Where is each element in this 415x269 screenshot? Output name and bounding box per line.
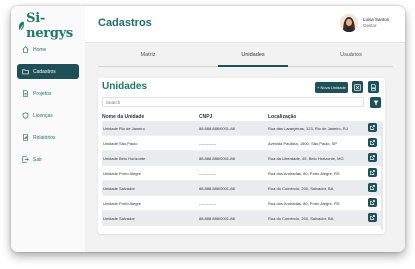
external-link-icon [370, 215, 375, 220]
sidebar-item-relatorios[interactable]: Relatórios [17, 130, 79, 145]
column-header-cnpj[interactable]: CNPJ [199, 114, 212, 120]
avatar[interactable] [339, 14, 358, 32]
cell-localizacao: Avenida Paulista, 1500, São Paulo, SP [268, 141, 338, 146]
open-unit-button[interactable] [368, 168, 377, 177]
table-row[interactable]: Unidade Rio de Janeiro 88.888.888/0001-8… [102, 121, 381, 136]
page-title: Cadastros [98, 17, 152, 29]
cell-localizacao: Rua dos Andradas, 80, Porto Alegre, RS [268, 201, 340, 206]
sidebar-item-label: Sair [33, 156, 42, 163]
cell-cnpj: 88.888.888/0001-88 [199, 126, 235, 131]
sidebar-item-label: Relatórios [33, 134, 56, 141]
cell-localizacao: Rua do Comércio, 200, Salvador, BA [268, 216, 334, 221]
cell-localizacao: Rua dos Andradas, 80, Porto Alegre, RS [268, 171, 340, 176]
table-row[interactable]: Unidade Porto Alegre ------------- Rua d… [102, 196, 381, 211]
filter-icon [373, 100, 378, 105]
open-unit-button[interactable] [368, 138, 377, 147]
table-row[interactable]: Unidade Salvador 88.888.888/0001-88 Rua … [102, 211, 381, 226]
external-link-icon [370, 170, 375, 175]
column-header-nome[interactable]: Nome da Unidade [102, 114, 144, 120]
card-title: Unidades [102, 81, 148, 92]
table-row[interactable]: Unidade Porto Alegre ------------- Rua d… [102, 166, 381, 181]
table-row[interactable]: Unidade São Paulo ------------- Avenida … [102, 136, 381, 151]
sidebar: Si-nergys Home Cadastros Projetos Licenç… [11, 6, 86, 252]
document-icon [23, 90, 28, 97]
export-excel-button[interactable] [352, 81, 363, 93]
sidebar-nav: Home Cadastros Projetos Licenças Relatór… [17, 42, 79, 174]
cell-localizacao: Rua da Liberdade, 45, Belo Horizonte, MG [268, 156, 344, 161]
external-link-icon [370, 200, 375, 205]
avatar-image [339, 14, 358, 32]
filter-button[interactable] [370, 97, 381, 108]
table-scrollbar[interactable] [381, 122, 383, 230]
table-body: Unidade Rio de Janeiro 88.888.888/0001-8… [102, 121, 381, 226]
external-link-icon [370, 155, 375, 160]
user-menu[interactable]: Luisa Santos Gestor [339, 14, 389, 32]
sidebar-item-licencas[interactable]: Licenças [17, 108, 79, 123]
sidebar-item-label: Cadastros [33, 68, 56, 75]
search-input[interactable] [102, 97, 364, 107]
tab-unidades[interactable]: Unidades [218, 52, 288, 67]
report-icon [23, 134, 28, 141]
cell-nome: Unidade Porto Alegre [103, 171, 142, 176]
unidades-card: Unidades + Nova Unidade Search Nome da U… [98, 78, 385, 234]
cell-cnpj: ------------- [199, 201, 217, 206]
tab-matriz[interactable]: Matriz [113, 52, 183, 65]
external-link-icon [370, 125, 375, 130]
column-header-localizacao[interactable]: Localização [268, 114, 296, 120]
sidebar-item-home[interactable]: Home [17, 42, 79, 57]
tab-bar: Matriz Unidades Usuários [98, 50, 393, 67]
new-unit-button[interactable]: + Nova Unidade [315, 82, 348, 93]
cell-nome: Unidade Belo Horizonte [103, 156, 146, 161]
cell-nome: Unidade Porto Alegre [103, 201, 142, 206]
brand-logo[interactable]: Si-nergys [18, 11, 85, 41]
cell-cnpj: ------------- [199, 141, 217, 146]
export-pdf-button[interactable] [368, 81, 379, 93]
sidebar-item-projetos[interactable]: Projetos [17, 86, 79, 101]
sidebar-item-label: Licenças [33, 112, 53, 119]
shield-icon [22, 112, 29, 119]
table-row[interactable]: Unidade Salvador 88.888.888/0001-88 Rua … [102, 181, 381, 196]
top-bar: Cadastros Luisa Santos Gestor [85, 6, 405, 43]
app-window: Si-nergys Home Cadastros Projetos Licenç… [11, 6, 405, 252]
cell-localizacao: Rua das Laranjeiras, 123, Rio de Janeiro… [268, 126, 348, 131]
tab-usuarios[interactable]: Usuários [316, 52, 386, 65]
home-icon [22, 46, 29, 53]
spreadsheet-icon [354, 83, 361, 91]
table-header: Nome da Unidade CNPJ Localização [102, 111, 381, 121]
external-link-icon [370, 185, 375, 190]
open-unit-button[interactable] [368, 123, 377, 132]
sidebar-item-cadastros[interactable]: Cadastros [17, 64, 79, 79]
open-unit-button[interactable] [368, 183, 377, 192]
cell-nome: Unidade Salvador [103, 186, 135, 191]
cell-cnpj: ------------- [199, 171, 217, 176]
folder-icon [22, 69, 29, 75]
open-unit-button[interactable] [368, 213, 377, 222]
cell-localizacao: Rua do Comércio, 200, Salvador, BA [268, 186, 334, 191]
cell-cnpj: 88.888.888/0001-88 [199, 216, 235, 221]
open-unit-button[interactable] [368, 198, 377, 207]
open-unit-button[interactable] [368, 153, 377, 162]
cell-cnpj: 88.888.888/0001-88 [199, 186, 235, 191]
leaf-icon [18, 21, 25, 31]
table-row[interactable]: Unidade Belo Horizonte 88.888.888/0001-8… [102, 151, 381, 166]
main-content: Cadastros Luisa Santos Gestor Matriz Uni… [85, 6, 405, 252]
cell-cnpj: 88.888.888/0001-88 [199, 156, 235, 161]
cell-nome: Unidade Rio de Janeiro [103, 126, 145, 131]
sidebar-item-sair[interactable]: Sair [17, 152, 79, 167]
sidebar-item-label: Projetos [33, 90, 52, 97]
user-role: Gestor [362, 23, 377, 28]
cell-nome: Unidade São Paulo [103, 141, 138, 146]
sidebar-item-label: Home [33, 46, 47, 53]
cell-nome: Unidade Salvador [103, 216, 135, 221]
logout-icon [22, 156, 29, 163]
external-link-icon [370, 140, 375, 145]
brand-name: Si-nergys [26, 11, 73, 41]
file-icon [371, 83, 376, 91]
